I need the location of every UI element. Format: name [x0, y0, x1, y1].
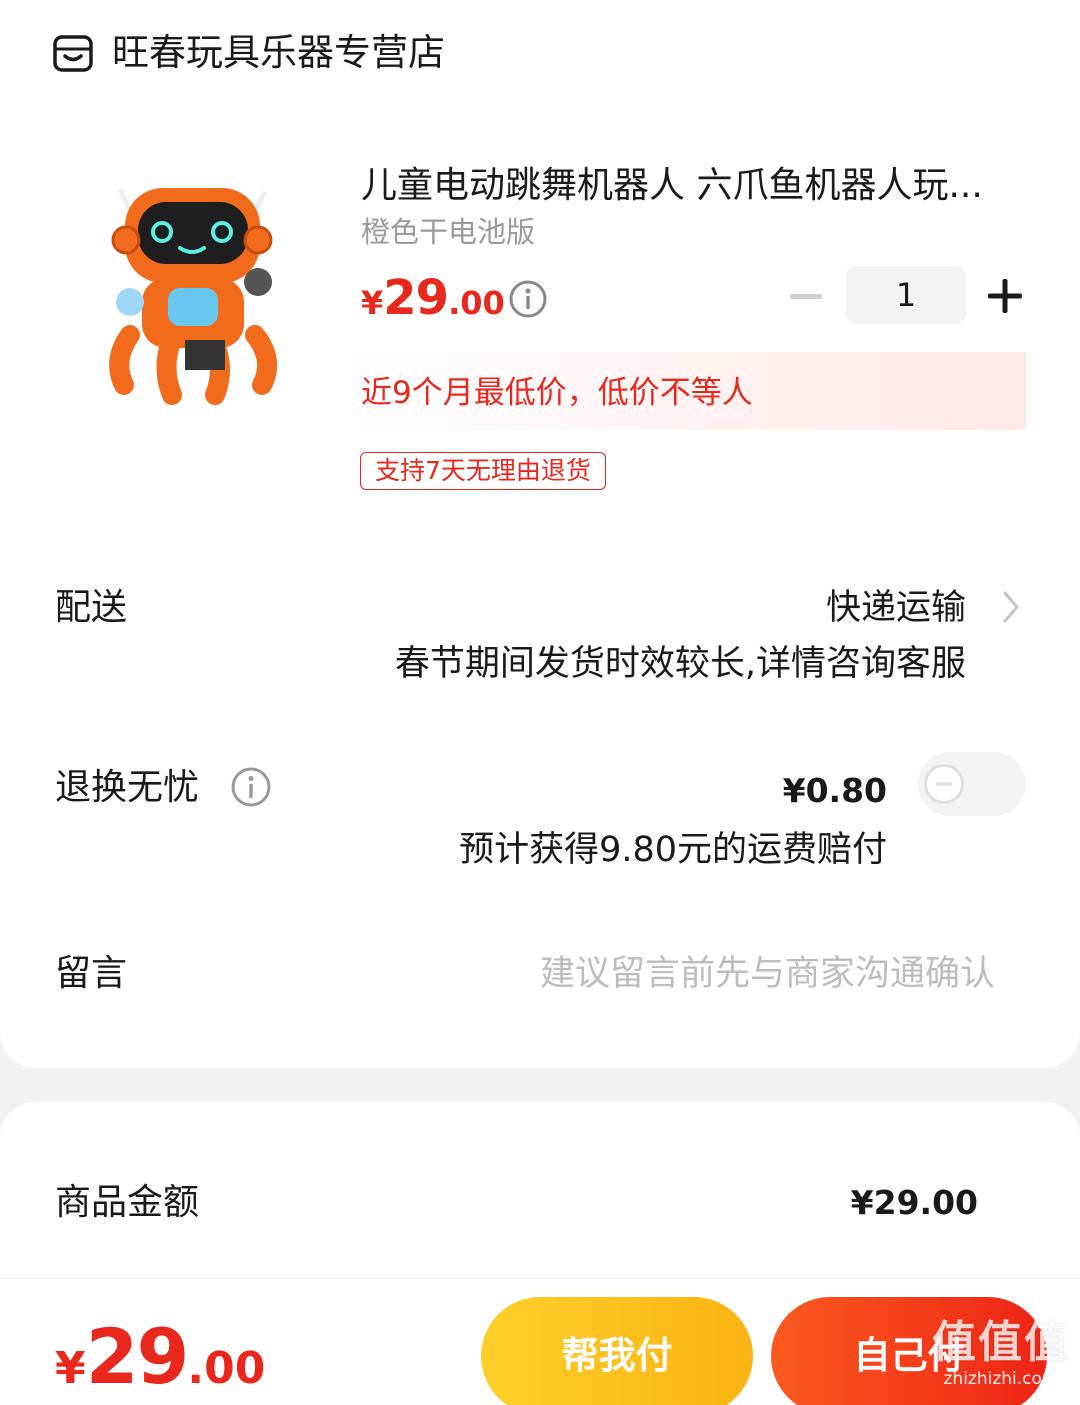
- delivery-label: 配送: [55, 587, 128, 628]
- toggle-knob: [924, 764, 964, 804]
- message-label: 留言: [55, 953, 128, 994]
- worry-free-info-icon[interactable]: [230, 766, 272, 808]
- chevron-right-icon[interactable]: [1000, 589, 1022, 625]
- product-image[interactable]: [90, 170, 300, 410]
- delivery-note: 春节期间发货时效较长,详情咨询客服: [394, 644, 966, 684]
- return-policy-tag: 支持7天无理由退货: [360, 452, 606, 490]
- product-price: ¥29.00: [361, 270, 505, 326]
- price-integer: 29: [383, 270, 449, 326]
- total-decimal: .00: [187, 1343, 266, 1394]
- price-currency: ¥: [361, 284, 384, 322]
- quantity-input[interactable]: 1: [846, 266, 966, 324]
- product-title[interactable]: 儿童电动跳舞机器人 六爪鱼机器人玩...: [361, 162, 1026, 210]
- shop-name[interactable]: 旺春玩具乐器专营店: [112, 28, 445, 78]
- product-variant[interactable]: 橙色干电池版: [361, 212, 535, 252]
- price-info-icon[interactable]: [508, 279, 548, 319]
- worry-free-label: 退换无忧: [55, 767, 200, 808]
- self-pay-button[interactable]: 自己付: [771, 1297, 1047, 1405]
- price-decimal: .00: [448, 284, 505, 322]
- order-card: [0, 0, 1080, 1068]
- lowest-price-note: 近9个月最低价，低价不等人: [361, 375, 753, 411]
- worry-free-price: ¥0.80: [782, 771, 887, 810]
- worry-free-note: 预计获得9.80元的运费赔付: [459, 830, 887, 870]
- help-pay-button[interactable]: 帮我付: [481, 1297, 753, 1405]
- total-price: ¥29.00: [55, 1312, 265, 1401]
- worry-free-toggle[interactable]: [918, 752, 1026, 816]
- subtotal-value: ¥29.00: [850, 1183, 978, 1222]
- quantity-decrease-button[interactable]: [788, 280, 824, 312]
- quantity-increase-button[interactable]: [986, 277, 1024, 315]
- total-currency: ¥: [55, 1343, 86, 1394]
- subtotal-label: 商品金额: [55, 1182, 200, 1223]
- message-input[interactable]: [470, 946, 995, 1002]
- delivery-method[interactable]: 快递运输: [826, 584, 966, 632]
- total-integer: 29: [85, 1312, 190, 1401]
- store-icon: [53, 35, 93, 72]
